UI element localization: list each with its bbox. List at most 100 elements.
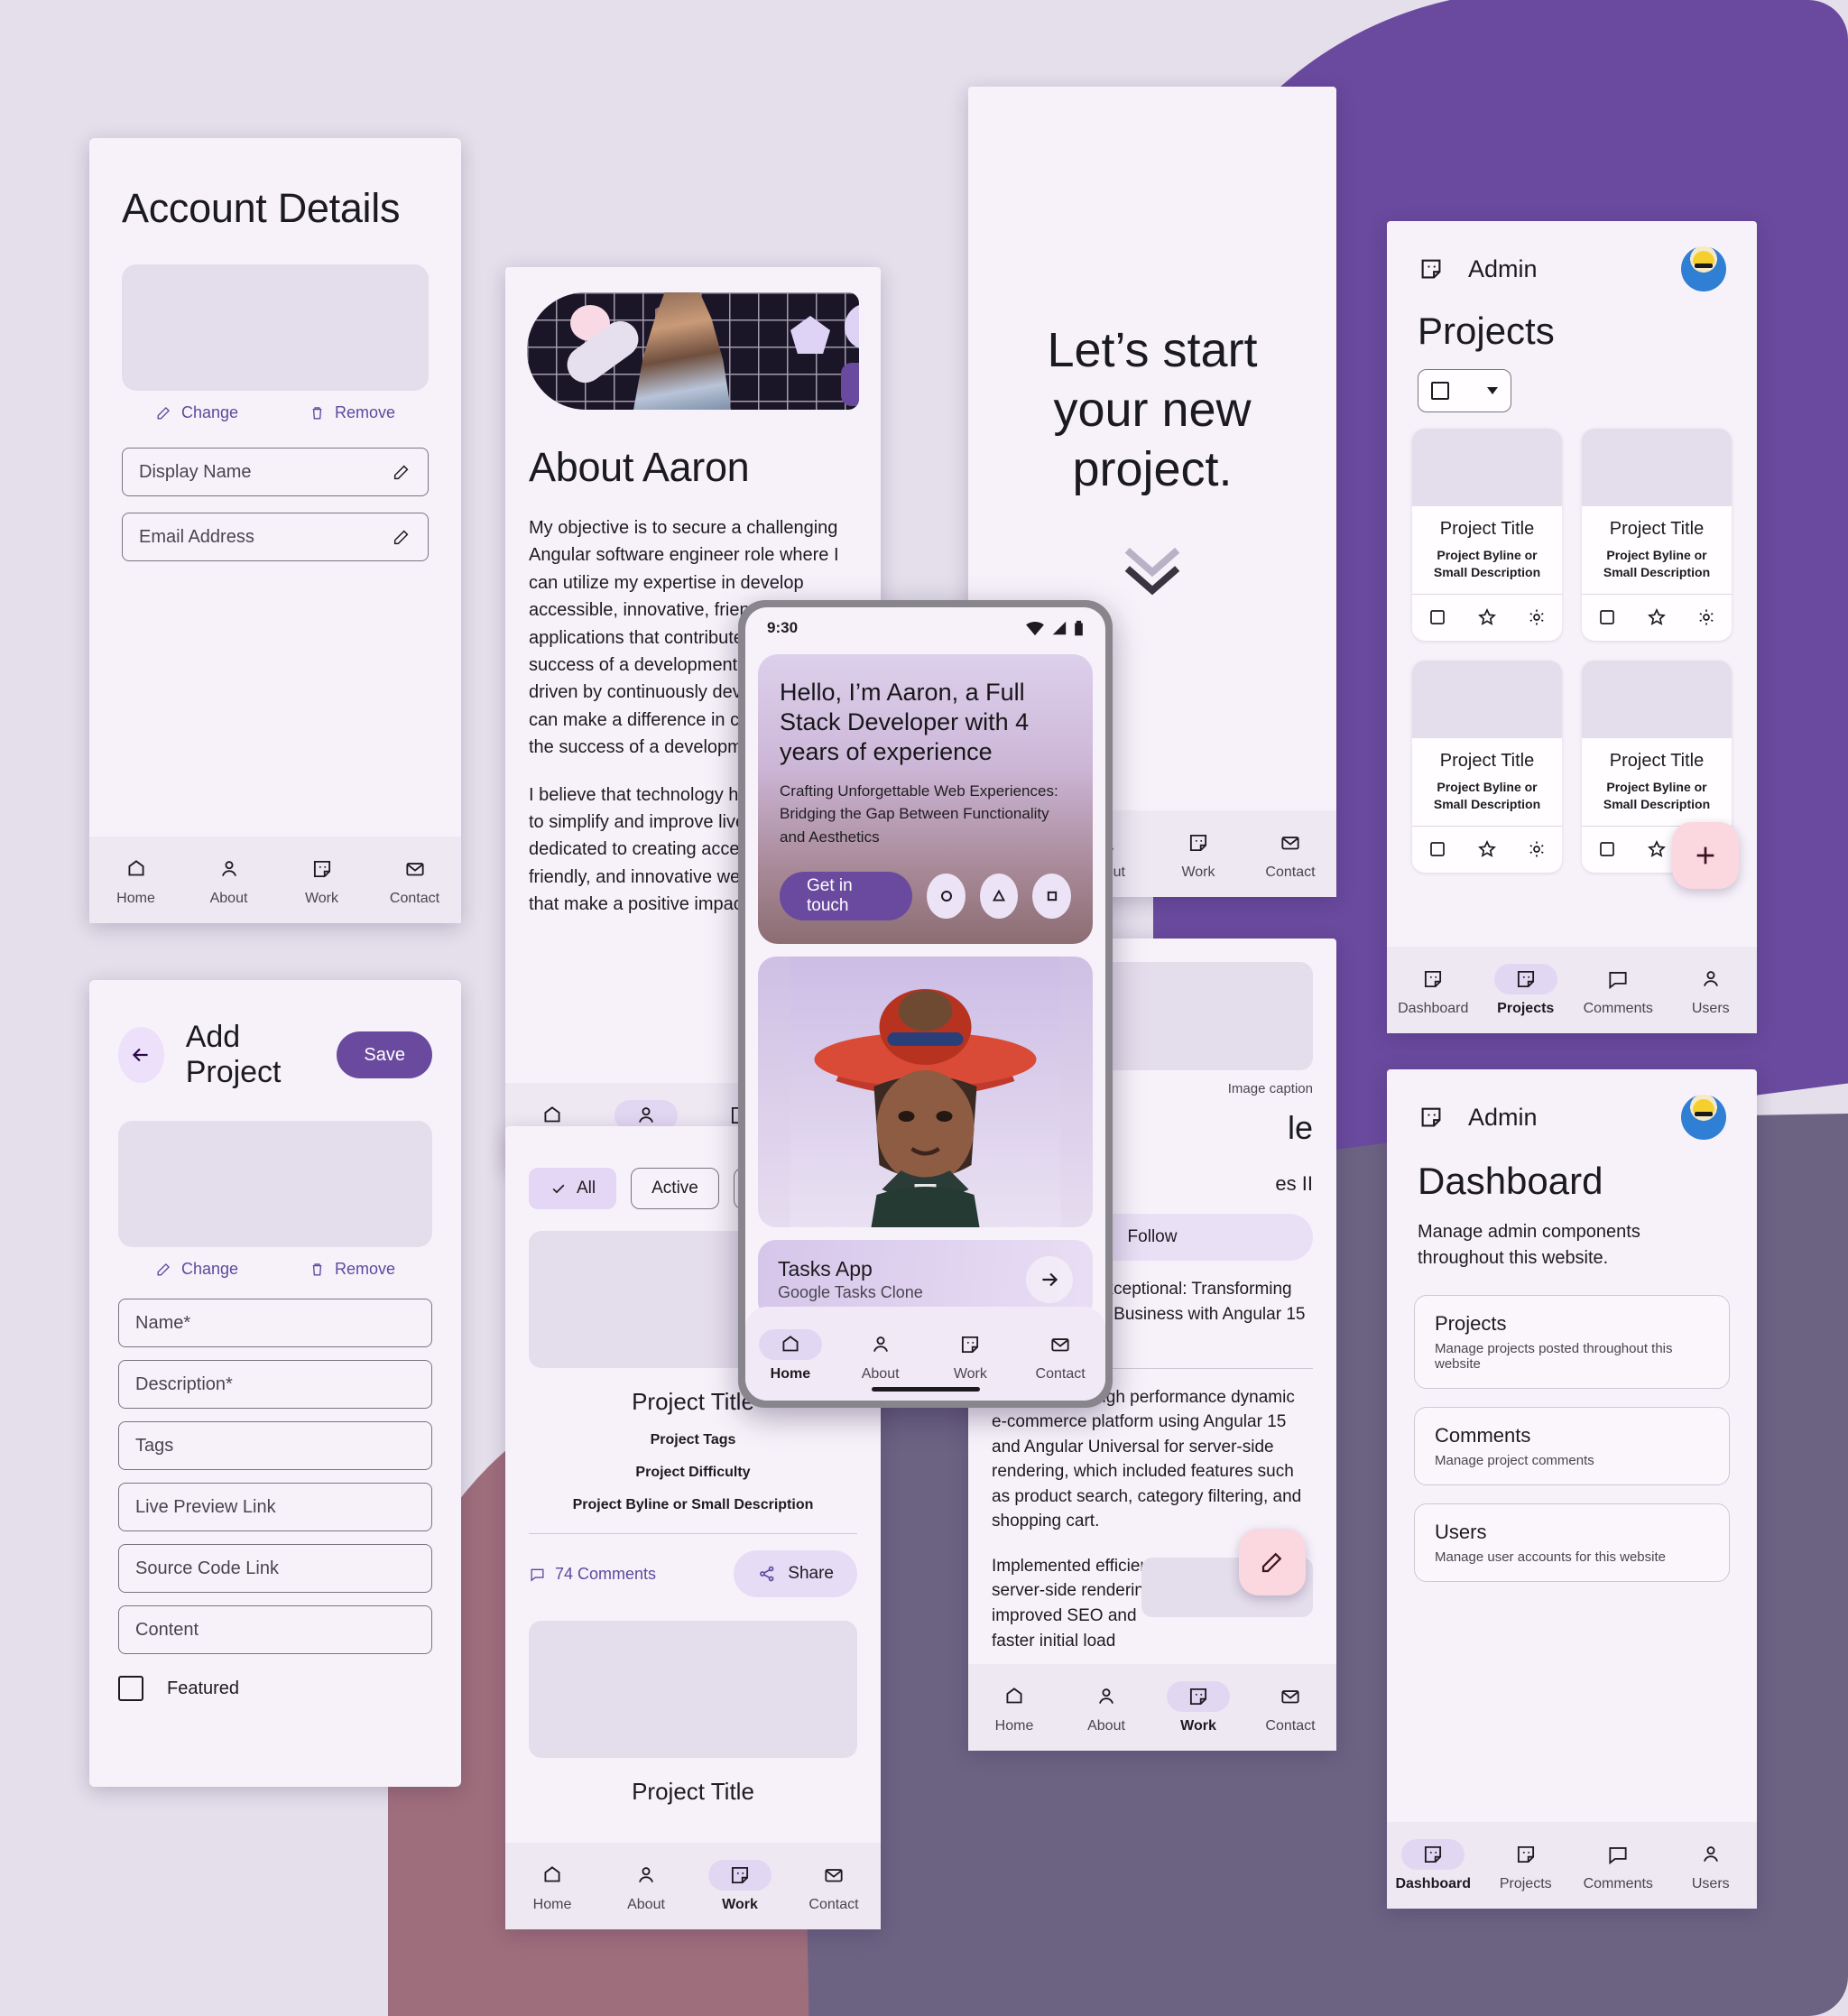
sticker-icon: [962, 1336, 979, 1353]
filter-chip-all[interactable]: All: [529, 1168, 617, 1209]
portrait-illustration: [790, 957, 1061, 1228]
project-card[interactable]: Project Title Project Byline or Small De…: [1412, 429, 1562, 641]
nav-item-projects[interactable]: Projects: [1480, 1839, 1573, 1892]
select-checkbox[interactable]: [1412, 606, 1462, 628]
tags-field[interactable]: Tags: [118, 1421, 432, 1470]
comment-icon: [1609, 1846, 1627, 1864]
featured-checkbox[interactable]: [118, 1676, 143, 1701]
nav-item-contact[interactable]: Contact: [787, 1860, 881, 1913]
project-thumbnail: [1412, 660, 1562, 738]
nav-item-work[interactable]: Work: [1152, 1680, 1244, 1734]
item-subtitle: Manage project comments: [1435, 1453, 1594, 1468]
project-card-actions: [1412, 593, 1562, 641]
project-card[interactable]: Project Title Project Byline or Small De…: [1412, 660, 1562, 873]
change-image-link[interactable]: Change: [155, 403, 238, 422]
nav-item-about[interactable]: About: [836, 1329, 926, 1383]
nav-item-comments[interactable]: Comments: [1572, 964, 1665, 1017]
nav-item-projects[interactable]: Projects: [1480, 963, 1573, 1017]
nav-label: Contact: [1035, 1365, 1086, 1382]
project-thumbnail-2: [529, 1621, 857, 1758]
save-label: Save: [364, 1044, 405, 1065]
favorite-button[interactable]: [1631, 606, 1681, 628]
get-in-touch-button[interactable]: Get in touch: [780, 872, 913, 921]
nav-label: Home: [770, 1365, 811, 1382]
filter-chip-active[interactable]: Active: [631, 1168, 719, 1209]
project-card[interactable]: Project Title Project Byline or Small De…: [1582, 429, 1732, 641]
favorite-button[interactable]: [1462, 838, 1511, 860]
nav-item-dashboard[interactable]: Dashboard: [1387, 964, 1480, 1017]
pencil-icon: [157, 1263, 170, 1276]
settings-button[interactable]: [1512, 606, 1562, 628]
source-code-link-field[interactable]: Source Code Link: [118, 1544, 432, 1593]
nav-item-about[interactable]: About: [599, 1860, 693, 1913]
nav-item-dashboard[interactable]: Dashboard: [1387, 1838, 1480, 1892]
nav-item-work[interactable]: Work: [275, 854, 368, 907]
nav-item-contact[interactable]: Contact: [1244, 828, 1336, 881]
add-project-fab[interactable]: [1672, 822, 1739, 889]
nav-item-home[interactable]: Home: [968, 1681, 1060, 1734]
change-image-link[interactable]: Change: [155, 1260, 238, 1279]
nav-item-home[interactable]: Home: [745, 1328, 836, 1383]
project-filter-select[interactable]: [1418, 369, 1511, 412]
nav-item-about[interactable]: About: [182, 854, 275, 907]
social-button-triangle[interactable]: [979, 874, 1019, 920]
name-field[interactable]: Name*: [118, 1299, 432, 1347]
home-icon: [127, 859, 144, 875]
nav-item-comments[interactable]: Comments: [1572, 1839, 1665, 1892]
email-address-field[interactable]: Email Address: [122, 513, 429, 561]
pencil-icon[interactable]: [392, 462, 411, 482]
triangle-icon: [993, 889, 1006, 902]
nav-label: About: [861, 1365, 900, 1382]
select-checkbox[interactable]: [1582, 838, 1631, 860]
dashboard-item-users[interactable]: Users Manage user accounts for this webs…: [1414, 1503, 1730, 1582]
comments-link[interactable]: 74 Comments: [529, 1565, 656, 1584]
select-checkbox[interactable]: [1412, 838, 1462, 860]
featured-checkbox-row[interactable]: Featured: [118, 1676, 432, 1701]
social-button-square[interactable]: [1032, 874, 1071, 920]
favorite-button[interactable]: [1462, 606, 1511, 628]
avatar[interactable]: [1681, 1095, 1726, 1140]
description-field[interactable]: Description*: [118, 1360, 432, 1409]
nav-item-contact[interactable]: Contact: [368, 854, 461, 907]
social-button-circle[interactable]: [927, 874, 966, 920]
display-name-field[interactable]: Display Name: [122, 448, 429, 496]
scroll-down-indicator[interactable]: [968, 541, 1336, 597]
nav-item-work[interactable]: Work: [926, 1329, 1016, 1383]
nav-item-users[interactable]: Users: [1665, 1839, 1758, 1892]
remove-image-link[interactable]: Remove: [309, 1260, 395, 1279]
back-button[interactable]: [118, 1027, 164, 1083]
nav-item-home[interactable]: Home: [505, 1860, 599, 1913]
edit-fab[interactable]: [1239, 1529, 1306, 1595]
nav-item-work[interactable]: Work: [1152, 828, 1244, 881]
nav-item-about[interactable]: About: [1060, 1681, 1152, 1734]
save-button[interactable]: Save: [337, 1031, 432, 1078]
nav-item-contact[interactable]: Contact: [1244, 1681, 1336, 1734]
settings-button[interactable]: [1682, 606, 1732, 628]
add-project-toolbar: Add Project Save: [89, 980, 461, 1090]
nav-item-contact[interactable]: Contact: [1015, 1329, 1105, 1383]
remove-image-link[interactable]: Remove: [309, 403, 395, 422]
trash-icon: [312, 1263, 322, 1276]
pencil-icon: [1261, 1552, 1282, 1573]
nav-item-work[interactable]: Work: [693, 1859, 787, 1913]
add-project-form: Name* Description* Tags Live Preview Lin…: [89, 1279, 461, 1701]
dashboard-item-comments[interactable]: Comments Manage project comments: [1414, 1407, 1730, 1485]
settings-button[interactable]: [1512, 838, 1562, 860]
nav-item-home[interactable]: Home: [89, 854, 182, 907]
nav-item-users[interactable]: Users: [1665, 964, 1758, 1017]
content-field[interactable]: Content: [118, 1605, 432, 1654]
nav-label: Users: [1691, 1000, 1730, 1016]
live-preview-link-field[interactable]: Live Preview Link: [118, 1483, 432, 1531]
select-checkbox[interactable]: [1582, 606, 1631, 628]
dashboard-item-projects[interactable]: Projects Manage projects posted througho…: [1414, 1295, 1730, 1389]
share-button[interactable]: Share: [734, 1550, 857, 1597]
tasks-app-open-button[interactable]: [1026, 1256, 1073, 1304]
gesture-handle: [871, 1387, 980, 1392]
nav-label: Work: [304, 890, 339, 906]
pencil-icon[interactable]: [392, 527, 411, 547]
avatar[interactable]: [1681, 246, 1726, 291]
comments-count: 74 Comments: [555, 1564, 657, 1583]
star-icon: [1648, 840, 1666, 857]
sticker-icon: [1421, 259, 1441, 279]
project-thumbnail: [1412, 429, 1562, 506]
